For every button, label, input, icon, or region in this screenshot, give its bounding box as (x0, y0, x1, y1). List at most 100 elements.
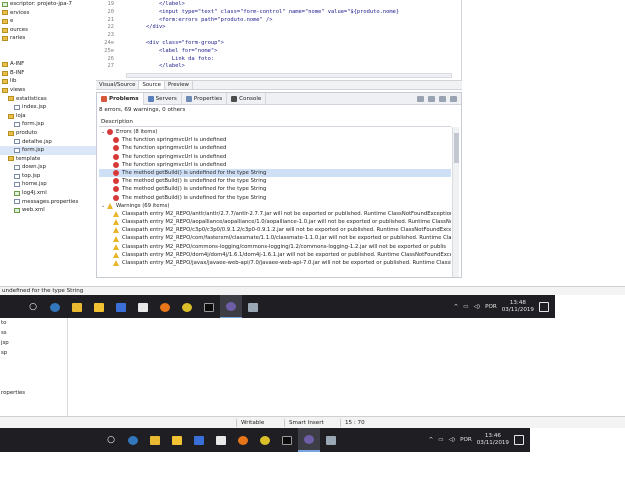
code-line[interactable]: 21 <form:errors path="produto.nome" /> (96, 17, 462, 25)
network-icon[interactable]: ▭ (463, 304, 468, 310)
tree-item[interactable] (0, 368, 67, 378)
tab-servers[interactable]: Servers (144, 92, 182, 105)
editor-horizontal-scrollbar[interactable] (126, 73, 452, 78)
tree-item[interactable] (0, 43, 96, 52)
tree-item[interactable]: template (0, 155, 96, 164)
clock[interactable]: 13:48 03/11/2019 (502, 300, 534, 314)
problem-row[interactable]: The function springmvcUrl is undefined (99, 144, 451, 152)
firefox-icon-ghost[interactable] (232, 428, 254, 452)
problem-row[interactable]: Classpath entry M2_REPO/commons-logging/… (99, 243, 451, 251)
scrollbar-thumb[interactable] (454, 133, 459, 163)
tree-item[interactable]: ervices (0, 9, 96, 18)
problem-row[interactable]: Classpath entry M2_REPO/c3p0/c3p0/0.9.1.… (99, 226, 451, 234)
edge-icon[interactable] (44, 295, 66, 319)
code-editor[interactable]: 19 </label> 20 <input type="text" class="… (96, 0, 462, 80)
problem-row[interactable]: The function springmvcUrl is undefined (99, 161, 451, 169)
search-icon[interactable]: ○ (22, 295, 44, 319)
problem-row[interactable]: The method getBuild() is undefined for t… (99, 177, 451, 185)
eclipse-icon[interactable] (220, 295, 242, 319)
input-language-ghost[interactable]: POR (460, 437, 472, 443)
problem-row[interactable]: The method getBuild() is undefined for t… (99, 194, 451, 202)
tree-item[interactable]: loja (0, 112, 96, 121)
tab-problems[interactable]: Problems (97, 92, 144, 105)
tray-chevron-icon[interactable]: ^ (454, 304, 459, 310)
tree-item[interactable]: index.jsp (0, 103, 96, 112)
file-explorer-icon[interactable] (66, 295, 88, 319)
mail-icon[interactable] (132, 295, 154, 319)
tree-item[interactable]: ss (0, 328, 67, 338)
problem-category-row[interactable]: ⌄ Errors (8 items) (99, 128, 451, 136)
tree-item[interactable]: e (0, 17, 96, 26)
mail-icon-ghost[interactable] (210, 428, 232, 452)
column-header-description[interactable]: Description (99, 118, 451, 127)
problem-row[interactable]: Classpath entry M2_REPO/aopalliance/aopa… (99, 218, 451, 226)
problem-row[interactable]: Classpath entry M2_REPO/antlr/antlr/2.7.… (99, 210, 451, 218)
problem-row[interactable]: Classpath entry M2_REPO/javax/javaee-web… (99, 259, 451, 267)
tab-source[interactable]: Source (139, 81, 165, 89)
terminal-icon-ghost[interactable] (276, 428, 298, 452)
problem-row[interactable]: Classpath entry M2_REPO/com/fasterxml/cl… (99, 234, 451, 242)
clock-ghost[interactable]: 13:46 03/11/2019 (477, 433, 509, 447)
start-button[interactable] (0, 295, 22, 319)
eclipse-icon-ghost[interactable] (298, 428, 320, 452)
minimize-icon[interactable] (439, 95, 446, 102)
tree-item[interactable]: messages.properties (0, 198, 96, 207)
problem-row[interactable]: The function springmvcUrl is undefined (99, 153, 451, 161)
code-line[interactable]: 26 Link da foto: (96, 56, 462, 64)
tab-visual-source[interactable]: Visual/Source (96, 81, 140, 89)
tray-chevron-icon-ghost[interactable]: ^ (429, 437, 434, 443)
edge-icon-ghost[interactable] (122, 428, 144, 452)
file-explorer-icon-ghost[interactable] (144, 428, 166, 452)
tree-item[interactable]: B-INF (0, 69, 96, 78)
filter-icon[interactable] (417, 95, 424, 102)
tree-item[interactable]: down.jsp (0, 163, 96, 172)
tree-item[interactable]: form.jsp (0, 120, 96, 129)
tree-item[interactable]: roperties (0, 388, 67, 398)
problem-row[interactable]: The method getBuild() is undefined for t… (99, 168, 451, 178)
tab-preview[interactable]: Preview (165, 81, 193, 89)
tree-item[interactable]: escriptor: projeto-jpa-7 (0, 0, 96, 9)
tree-item[interactable]: web.xml (0, 206, 96, 215)
maximize-icon[interactable] (450, 95, 457, 102)
tree-item[interactable]: produto (0, 129, 96, 138)
tree-item[interactable]: form.jsp (0, 146, 96, 155)
volume-icon-ghost[interactable]: ◁) (449, 437, 455, 443)
chrome-icon-ghost[interactable] (254, 428, 276, 452)
code-line[interactable]: 25⊖ <label for="nome"> (96, 48, 462, 56)
problems-vertical-scrollbar[interactable] (452, 127, 459, 277)
tree-item[interactable]: ources (0, 26, 96, 35)
app-icon-ghost[interactable] (188, 428, 210, 452)
problem-row[interactable]: Classpath entry M2_REPO/dom4j/dom4j/1.6.… (99, 251, 451, 259)
input-language[interactable]: POR (485, 304, 497, 310)
notifications-icon-ghost[interactable] (514, 435, 524, 445)
code-line[interactable]: 20 <input type="text" class="form-contro… (96, 9, 462, 17)
tab-properties[interactable]: Properties (182, 92, 228, 105)
tree-item[interactable]: home.jsp (0, 180, 96, 189)
problem-category-row[interactable]: ⌄ Warnings (69 items) (99, 202, 451, 210)
tree-item[interactable]: to (0, 318, 67, 328)
store-icon[interactable] (88, 295, 110, 319)
code-line[interactable]: 27 </label> (96, 63, 462, 71)
code-line[interactable]: 23 (96, 32, 462, 40)
app-icon[interactable] (110, 295, 132, 319)
problem-row[interactable]: The method getBuild() is undefined for t… (99, 185, 451, 193)
problem-row[interactable]: The function springmvcUrl is undefined (99, 136, 451, 144)
tool-icon-ghost[interactable] (320, 428, 342, 452)
tree-item[interactable]: lib (0, 77, 96, 86)
firefox-icon[interactable] (154, 295, 176, 319)
tree-item[interactable] (0, 358, 67, 368)
network-icon-ghost[interactable]: ▭ (438, 437, 443, 443)
code-line[interactable]: 22 </div> (96, 24, 462, 32)
tree-item[interactable] (0, 378, 67, 388)
tree-item[interactable]: jsp (0, 338, 67, 348)
tree-item[interactable]: A-INF (0, 60, 96, 69)
store-icon-ghost[interactable] (166, 428, 188, 452)
tree-item[interactable]: sp (0, 348, 67, 358)
tree-item[interactable]: raries (0, 34, 96, 43)
code-line[interactable]: 19 </label> (96, 1, 462, 9)
tree-item[interactable]: detalhe.jsp (0, 138, 96, 147)
code-line[interactable]: 24⊖ <div class="form-group"> (96, 40, 462, 48)
tool-icon[interactable] (242, 295, 264, 319)
tree-item[interactable]: estatisticas (0, 95, 96, 104)
volume-icon[interactable]: ◁) (474, 304, 480, 310)
